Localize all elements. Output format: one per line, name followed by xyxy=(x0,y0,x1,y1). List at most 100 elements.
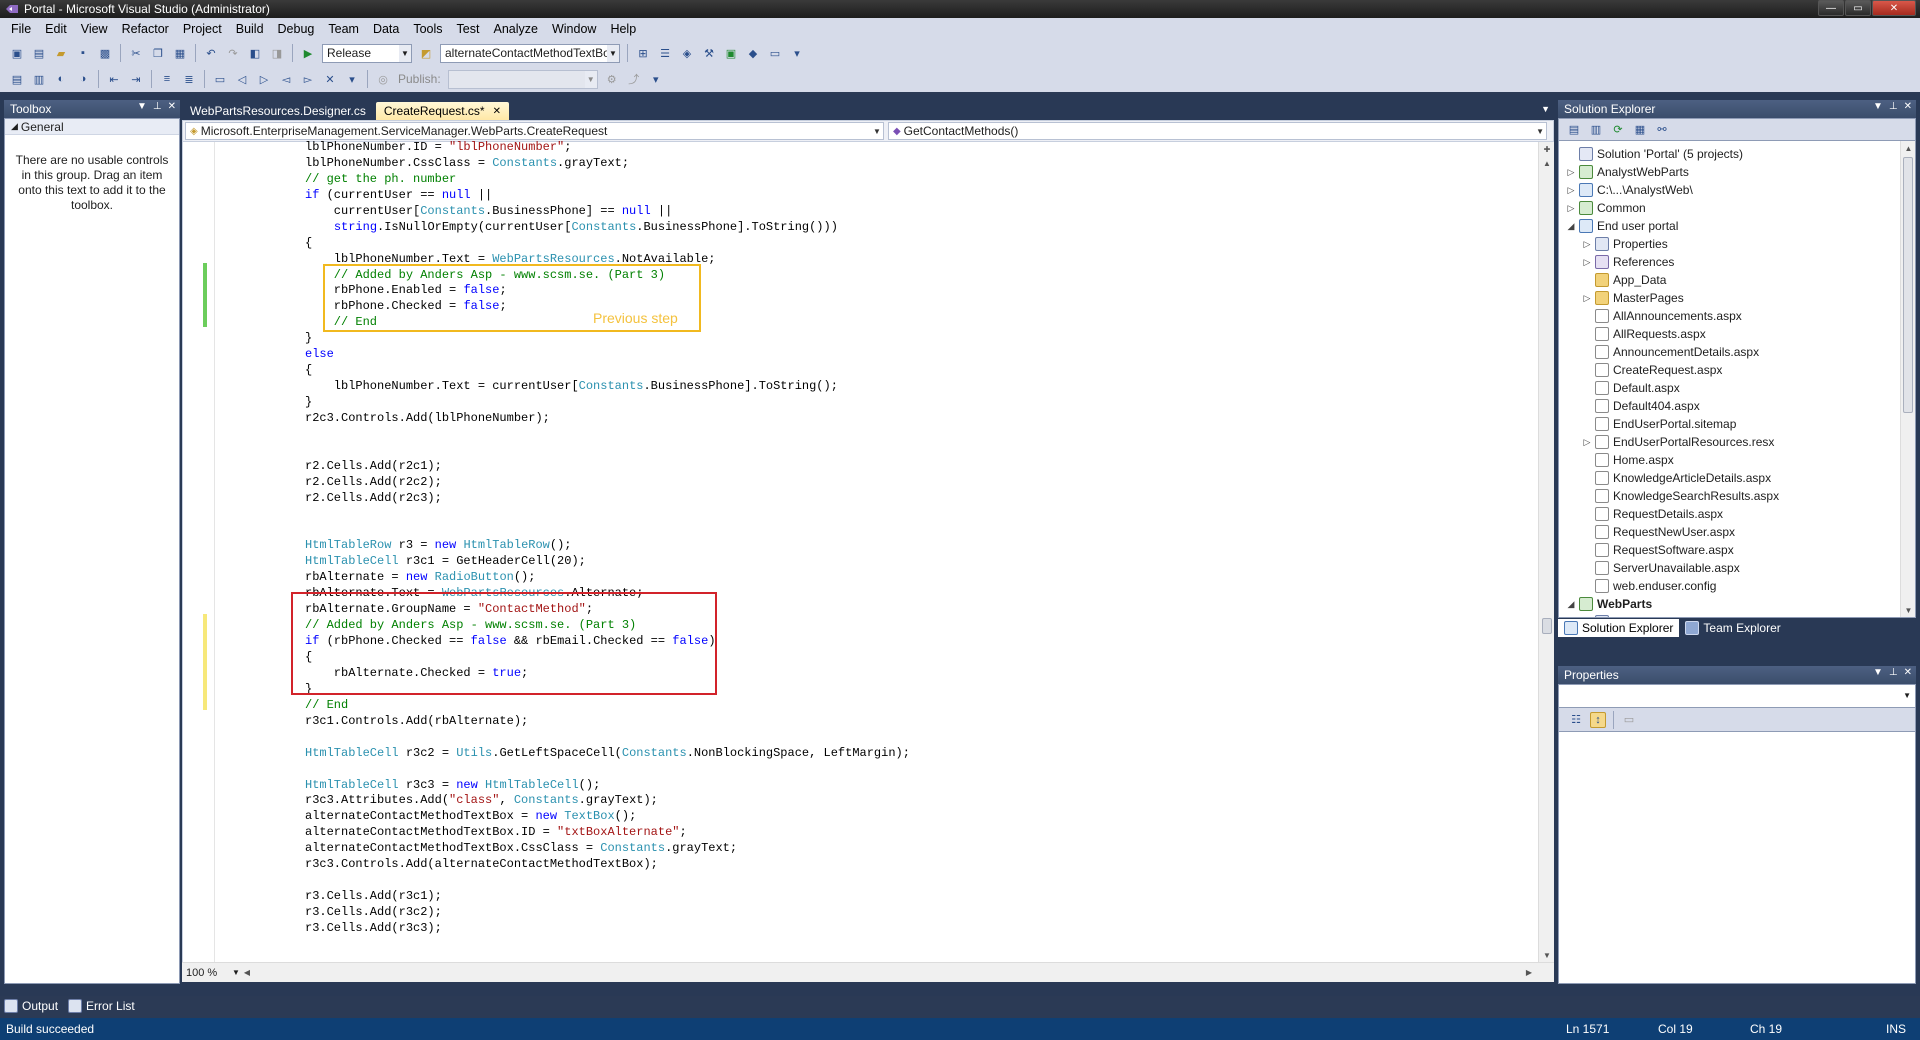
toggle-bookmark-icon[interactable]: ▭ xyxy=(212,71,228,87)
code-line[interactable]: alternateContactMethodTextBox.CssClass =… xyxy=(305,841,910,857)
clear-bookmarks-icon[interactable]: ✕ xyxy=(322,71,338,87)
code-line[interactable]: } xyxy=(305,395,910,411)
object-browser-icon[interactable]: ◈ xyxy=(679,45,695,61)
tree-node[interactable]: Default.aspx xyxy=(1559,379,1915,397)
code-line[interactable]: lblPhoneNumber.Text = currentUser[Consta… xyxy=(305,379,910,395)
scroll-left-icon[interactable]: ◀ xyxy=(244,968,250,977)
extension-manager-icon[interactable]: ▣ xyxy=(723,45,739,61)
scroll-down-icon[interactable]: ▼ xyxy=(1901,603,1915,617)
display-word-completion-icon[interactable]: ◑ xyxy=(75,71,91,87)
view-class-diagram-icon[interactable]: ⚯ xyxy=(1654,122,1670,138)
code-line[interactable]: currentUser[Constants.BusinessPhone] == … xyxy=(305,204,910,220)
view-code-icon[interactable]: ▦ xyxy=(1632,122,1648,138)
code-line[interactable]: { xyxy=(305,236,910,252)
code-line[interactable]: r2.Cells.Add(r2c1); xyxy=(305,459,910,475)
code-line[interactable]: lblPhoneNumber.CssClass = Constants.gray… xyxy=(305,156,910,172)
publish-settings-icon[interactable]: ⚙ xyxy=(604,71,620,87)
chevron-down-icon[interactable]: ▼ xyxy=(1541,104,1550,114)
paste-icon[interactable]: ▦ xyxy=(172,45,188,61)
display-quick-info-icon[interactable]: ◐ xyxy=(53,71,69,87)
tree-node[interactable]: ▷ Common xyxy=(1559,199,1915,217)
zoom-level[interactable]: 100 % xyxy=(182,967,232,979)
next-bookmark-folder-icon[interactable]: ▻ xyxy=(300,71,316,87)
tree-node[interactable]: RequestSoftware.aspx xyxy=(1559,541,1915,559)
close-icon[interactable]: ✕ xyxy=(493,106,501,117)
menu-test[interactable]: Test xyxy=(450,22,487,36)
close-button[interactable]: ✕ xyxy=(1872,0,1916,16)
tree-node[interactable]: CreateRequest.aspx xyxy=(1559,361,1915,379)
code-line[interactable]: r3c3.Controls.Add(alternateContactMethod… xyxy=(305,857,910,873)
next-bookmark-icon[interactable]: ▷ xyxy=(256,71,272,87)
toolbox-icon[interactable]: ⚒ xyxy=(701,45,717,61)
code-line[interactable]: HtmlTableCell r3c2 = Utils.GetLeftSpaceC… xyxy=(305,746,910,762)
code-line[interactable]: alternateContactMethodTextBox = new Text… xyxy=(305,809,910,825)
expand-arrow-icon[interactable]: ▷ xyxy=(1581,257,1593,268)
tree-node[interactable]: RequestNewUser.aspx xyxy=(1559,523,1915,541)
code-line[interactable] xyxy=(305,762,910,778)
tree-node[interactable]: Home.aspx xyxy=(1559,451,1915,469)
solution-configuration-select[interactable]: Release ▼ xyxy=(322,43,412,63)
close-icon[interactable]: ✕ xyxy=(1904,101,1912,112)
open-folder-icon[interactable]: ▰ xyxy=(53,45,69,61)
find-combo[interactable]: alternateContactMethodTextBo ▼ xyxy=(440,43,620,63)
save-icon[interactable]: ▪ xyxy=(75,45,91,61)
menu-edit[interactable]: Edit xyxy=(38,22,74,36)
menu-build[interactable]: Build xyxy=(229,22,271,36)
previous-bookmark-folder-icon[interactable]: ◅ xyxy=(278,71,294,87)
expand-arrow-icon[interactable]: ▷ xyxy=(1565,185,1577,196)
editor-vertical-scrollbar[interactable]: ✚ ▲ ▼ xyxy=(1538,142,1554,962)
properties-object-select[interactable]: ▼ xyxy=(1558,684,1916,708)
show-all-files-icon[interactable]: ▥ xyxy=(1588,122,1604,138)
alphabetical-icon[interactable]: ↕ xyxy=(1590,711,1606,728)
tree-node[interactable]: ◢ End user portal xyxy=(1559,217,1915,235)
scrollbar-thumb[interactable] xyxy=(1903,157,1913,413)
save-all-icon[interactable]: ▩ xyxy=(97,45,113,61)
tree-node[interactable]: ServerUnavailable.aspx xyxy=(1559,559,1915,577)
expand-arrow-icon[interactable]: ▷ xyxy=(1581,239,1593,250)
code-line[interactable]: alternateContactMethodTextBox.ID = "txtB… xyxy=(305,825,910,841)
tree-node[interactable]: web.enduser.config xyxy=(1559,577,1915,595)
publish-web-icon[interactable]: ◎ xyxy=(375,71,391,87)
comment-out-icon[interactable]: ≡ xyxy=(159,71,175,87)
chevron-down-icon[interactable]: ▼ xyxy=(137,101,147,112)
scroll-right-icon[interactable]: ▶ xyxy=(1526,968,1532,977)
code-line[interactable]: r2.Cells.Add(r2c3); xyxy=(305,491,910,507)
tree-node[interactable]: ▷ EndUserPortalResources.resx xyxy=(1559,433,1915,451)
expand-arrow-icon[interactable]: ▷ xyxy=(1581,293,1593,304)
expand-arrow-icon[interactable]: ◢ xyxy=(1565,599,1577,610)
tree-node[interactable]: KnowledgeSearchResults.aspx xyxy=(1559,487,1915,505)
display-object-member-list-icon[interactable]: ▤ xyxy=(9,71,25,87)
tree-node[interactable]: AnnouncementDetails.aspx xyxy=(1559,343,1915,361)
menu-refactor[interactable]: Refactor xyxy=(115,22,176,36)
uncomment-icon[interactable]: ≣ xyxy=(181,71,197,87)
code-line[interactable] xyxy=(305,427,910,443)
chevron-down-icon[interactable]: ▼ xyxy=(1873,101,1883,112)
code-line[interactable]: rbAlternate = new RadioButton(); xyxy=(305,570,910,586)
close-icon[interactable]: ✕ xyxy=(1904,667,1912,678)
navigate-forward-icon[interactable]: ◨ xyxy=(269,45,285,61)
tree-node[interactable]: KnowledgeArticleDetails.aspx xyxy=(1559,469,1915,487)
new-project-icon[interactable]: ▣ xyxy=(9,45,25,61)
categorized-icon[interactable]: ☷ xyxy=(1568,712,1584,728)
code-line[interactable] xyxy=(305,873,910,889)
menu-analyze[interactable]: Analyze xyxy=(486,22,544,36)
code-line[interactable]: r2c3.Controls.Add(lblPhoneNumber); xyxy=(305,411,910,427)
previous-bookmark-icon[interactable]: ◁ xyxy=(234,71,250,87)
solution-tree-scrollbar[interactable]: ▲ ▼ xyxy=(1900,141,1915,617)
start-debugging-icon[interactable]: ▶ xyxy=(300,45,316,61)
publish-profile-select[interactable]: ▼ xyxy=(447,69,598,89)
tree-node[interactable]: RequestDetails.aspx xyxy=(1559,505,1915,523)
tree-node[interactable]: App_Data xyxy=(1559,271,1915,289)
tree-node[interactable]: ▷ Properties xyxy=(1559,235,1915,253)
close-icon[interactable]: ✕ xyxy=(168,101,176,112)
code-line[interactable]: r3.Cells.Add(r3c1); xyxy=(305,889,910,905)
code-line[interactable] xyxy=(305,730,910,746)
menu-tools[interactable]: Tools xyxy=(406,22,449,36)
cut-icon[interactable]: ✂ xyxy=(128,45,144,61)
solution-explorer-icon[interactable]: ⊞ xyxy=(635,45,651,61)
maximize-button[interactable]: ▭ xyxy=(1845,0,1871,16)
tab-webpartsresources-designer[interactable]: WebPartsResources.Designer.cs xyxy=(182,102,374,120)
code-line[interactable]: r3.Cells.Add(r3c2); xyxy=(305,905,910,921)
menu-project[interactable]: Project xyxy=(176,22,229,36)
copy-icon[interactable]: ❐ xyxy=(150,45,166,61)
